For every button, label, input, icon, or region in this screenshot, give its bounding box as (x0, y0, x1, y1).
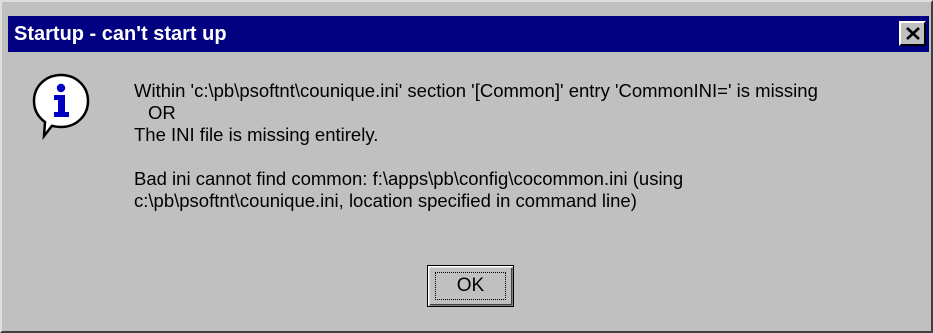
message-or: OR (148, 102, 176, 123)
dialog-title: Startup - can't start up (14, 23, 227, 45)
close-button[interactable] (899, 21, 926, 46)
message-line: Within 'c:\pb\psoftnt\counique.ini' sect… (134, 80, 818, 101)
info-icon (30, 72, 92, 140)
error-dialog: Startup - can't start up Within 'c:\pb\p… (0, 0, 933, 333)
ok-button-label: OK (456, 275, 485, 296)
title-bar[interactable]: Startup - can't start up (8, 16, 929, 52)
message-text: Within 'c:\pb\psoftnt\counique.ini' sect… (134, 80, 924, 212)
ok-button[interactable]: OK (427, 265, 514, 307)
message-line: c:\pb\psoftnt\counique.ini, location spe… (134, 190, 637, 211)
message-line: The INI file is missing entirely. (134, 124, 379, 145)
close-icon (906, 27, 920, 40)
message-line: Bad ini cannot find common: f:\apps\pb\c… (134, 168, 684, 189)
